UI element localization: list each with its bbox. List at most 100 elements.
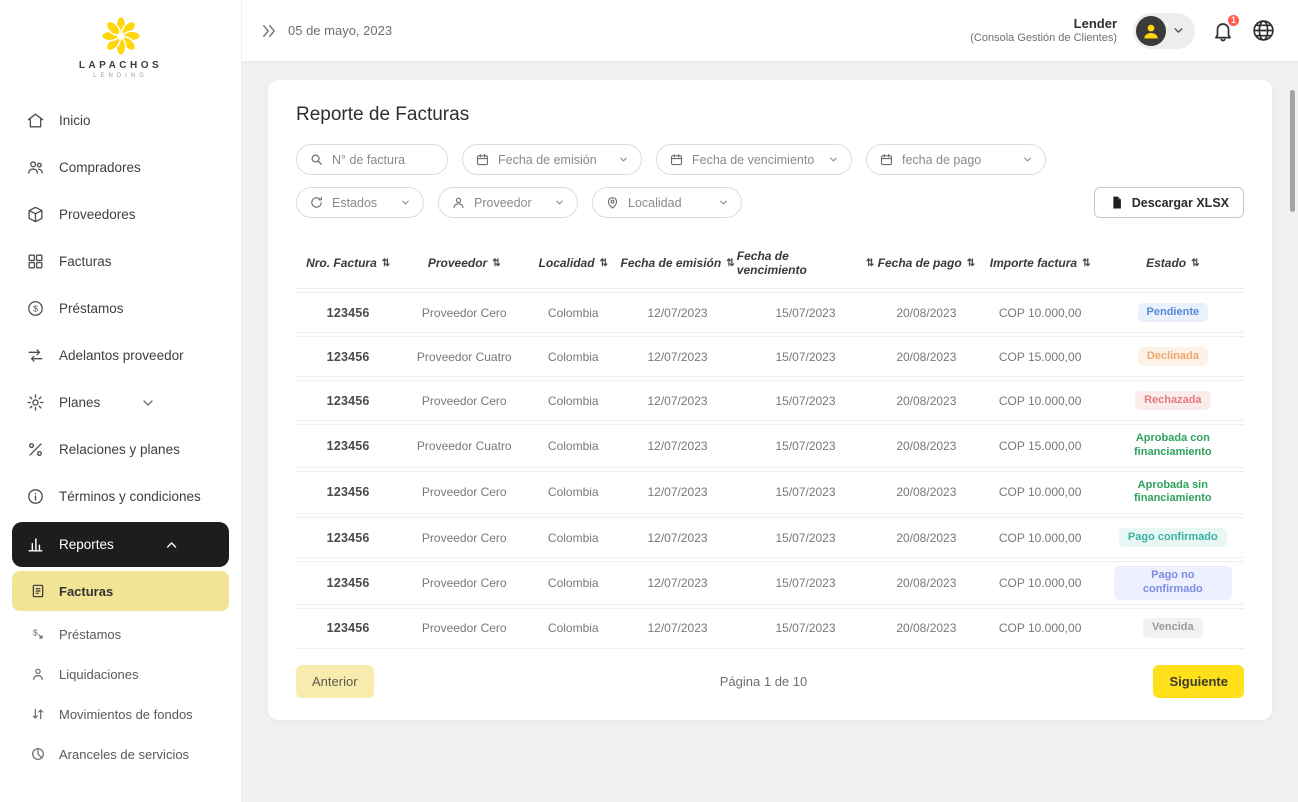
status-badge: Pendiente	[1137, 302, 1209, 323]
due-date-filter[interactable]: Fecha de vencimiento	[656, 144, 852, 175]
gear-icon	[26, 393, 45, 412]
next-page-button[interactable]: Siguiente	[1153, 664, 1244, 698]
col-header-fecha-emision[interactable]: Fecha de emisión	[618, 249, 737, 277]
sidebar-collapse-icon[interactable]	[260, 22, 278, 40]
table-row[interactable]: 123456 Proveedor Cero Colombia 12/07/202…	[296, 517, 1244, 558]
chevron-down-icon	[828, 154, 839, 165]
sidebar-item-label: Proveedores	[59, 207, 136, 222]
table-row[interactable]: 123456 Proveedor Cero Colombia 12/07/202…	[296, 607, 1244, 649]
cell-proveedor: Proveedor Cero	[421, 485, 507, 500]
submenu-item-label: Aranceles de servicios	[59, 746, 190, 762]
cell-estado: Aprobada sin financiamiento	[1102, 472, 1244, 514]
content-area: Reporte de Facturas Fecha de emisión	[242, 62, 1298, 802]
sort-icon[interactable]	[1082, 258, 1090, 269]
submenu-item-aranceles-de-servicios[interactable]: Aranceles de servicios	[0, 734, 241, 774]
submenu-item-facturas[interactable]: Facturas	[12, 571, 229, 611]
provider-filter[interactable]: Proveedor	[438, 187, 578, 218]
chevron-down-icon	[1022, 154, 1033, 165]
chevron-down-icon	[140, 395, 156, 411]
bar-chart-icon	[26, 535, 45, 554]
brand-logo: LAPACHOS LENDING	[0, 0, 241, 89]
language-globe-button[interactable]	[1251, 18, 1276, 43]
notifications-button[interactable]: 1	[1211, 12, 1241, 44]
cell-importe-factura: COP 15.000,00	[998, 349, 1082, 364]
cell-fecha-emision: 12/07/2023	[647, 621, 708, 635]
sort-icon[interactable]	[382, 258, 390, 269]
sort-icon[interactable]	[492, 258, 500, 269]
emission-date-filter[interactable]: Fecha de emisión	[462, 144, 642, 175]
sort-icon[interactable]	[600, 258, 608, 269]
sidebar-item-terminos-y-condiciones[interactable]: Términos y condiciones	[0, 473, 241, 520]
home-icon	[26, 111, 45, 130]
invoice-icon	[30, 583, 46, 599]
sidebar-item-compradores[interactable]: Compradores	[0, 144, 241, 191]
user-console-label: (Consola Gestión de Clientes)	[970, 31, 1117, 44]
cell-fecha-vencimiento: 15/07/2023	[775, 438, 836, 453]
sidebar-item-reportes[interactable]: Reportes	[12, 522, 229, 567]
sidebar-item-prestamos[interactable]: $ Préstamos	[0, 285, 241, 332]
download-xlsx-button[interactable]: Descargar XLSX	[1093, 187, 1244, 218]
table-row[interactable]: 123456 Proveedor Cuatro Colombia 12/07/2…	[296, 424, 1244, 468]
cell-localidad: Colombia	[547, 575, 599, 590]
status-badge: Declinada	[1137, 346, 1208, 367]
cell-fecha-pago: 20/08/2023	[896, 393, 957, 408]
sort-icon[interactable]	[967, 258, 975, 269]
submenu-item-liquidaciones[interactable]: Liquidaciones	[0, 654, 241, 694]
filter-label: Fecha de emisión	[498, 152, 597, 167]
buyers-icon	[26, 158, 45, 177]
calendar-icon	[879, 152, 894, 167]
filter-label: Localidad	[628, 195, 682, 210]
table-row[interactable]: 123456 Proveedor Cero Colombia 12/07/202…	[296, 561, 1244, 605]
calendar-icon	[669, 152, 684, 167]
pagination: Anterior Página 1 de 10 Siguiente	[296, 664, 1244, 698]
col-header-localidad[interactable]: Localidad	[528, 249, 618, 277]
sort-icon[interactable]	[726, 258, 734, 269]
payment-date-filter[interactable]: fecha de pago	[866, 144, 1046, 175]
sidebar-item-relaciones-y-planes[interactable]: Relaciones y planes	[0, 426, 241, 473]
sidebar-item-proveedores[interactable]: Proveedores	[0, 191, 241, 238]
invoice-number-input[interactable]	[332, 152, 435, 167]
sidebar-item-label: Inicio	[59, 113, 91, 128]
sort-icon[interactable]	[1191, 258, 1199, 269]
invoice-number-search[interactable]	[296, 144, 448, 175]
cell-fecha-emision: 12/07/2023	[647, 305, 708, 320]
col-header-proveedor[interactable]: Proveedor	[400, 249, 528, 277]
sidebar-item-planes[interactable]: Planes	[0, 379, 241, 426]
calendar-icon	[475, 152, 490, 167]
flower-logo-icon	[98, 14, 144, 58]
states-filter[interactable]: Estados	[296, 187, 424, 218]
filter-row-1: Fecha de emisión Fecha de vencimiento fe…	[296, 144, 1244, 175]
col-header-importe-factura[interactable]: Importe factura	[979, 249, 1102, 277]
col-header-estado[interactable]: Estado	[1102, 249, 1244, 277]
page-info: Página 1 de 10	[719, 673, 808, 689]
download-xlsx-label: Descargar XLSX	[1131, 195, 1229, 210]
cell-fecha-emision: 12/07/2023	[647, 530, 708, 545]
user-menu[interactable]	[1133, 12, 1195, 49]
table-row[interactable]: 123456 Proveedor Cero Colombia 12/07/202…	[296, 292, 1244, 333]
submenu-item-prestamos[interactable]: $ Préstamos	[0, 614, 241, 654]
cell-proveedor: Proveedor Cero	[421, 393, 507, 408]
person-icon	[30, 666, 46, 682]
chevron-up-icon	[128, 537, 215, 553]
table-row[interactable]: 123456 Proveedor Cero Colombia 12/07/202…	[296, 380, 1244, 421]
locality-filter[interactable]: Localidad	[592, 187, 742, 218]
cell-fecha-emision: 12/07/2023	[647, 438, 708, 453]
cell-fecha-pago: 20/08/2023	[896, 438, 957, 453]
col-header-fecha-vencimiento[interactable]: Fecha de vencimiento	[737, 249, 874, 277]
col-header-fecha-pago[interactable]: Fecha de pago	[874, 249, 978, 277]
sidebar-item-facturas[interactable]: Facturas	[0, 238, 241, 285]
topbar-right: Lender (Consola Gestión de Clientes) 1	[970, 12, 1276, 49]
sidebar-item-adelantos-proveedor[interactable]: Adelantos proveedor	[0, 332, 241, 379]
sort-icon[interactable]	[866, 258, 874, 269]
sidebar-item-inicio[interactable]: Inicio	[0, 97, 241, 144]
cell-proveedor: Proveedor Cero	[421, 305, 507, 320]
submenu-item-movimientos-de-fondos[interactable]: Movimientos de fondos	[0, 694, 241, 734]
table-row[interactable]: 123456 Proveedor Cero Colombia 12/07/202…	[296, 470, 1244, 514]
table-row[interactable]: 123456 Proveedor Cuatro Colombia 12/07/2…	[296, 336, 1244, 377]
loan-icon: $	[30, 626, 46, 642]
col-header-nro-factura[interactable]: Nro. Factura	[296, 249, 400, 277]
status-badge: Pago no confirmado	[1113, 566, 1232, 600]
scrollbar-thumb[interactable]	[1290, 90, 1295, 212]
cell-importe-factura: COP 10.000,00	[998, 485, 1082, 500]
previous-page-button[interactable]: Anterior	[296, 664, 374, 698]
